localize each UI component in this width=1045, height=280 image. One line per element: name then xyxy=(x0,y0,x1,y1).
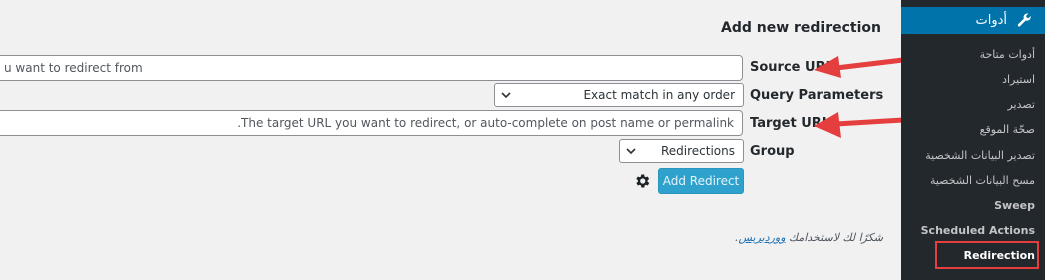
group-value: Redirections xyxy=(660,144,735,158)
add-redirect-button[interactable]: Add Redirect xyxy=(658,168,744,194)
sidebar-item-export-personal-data[interactable]: تصدير البيانات الشخصية xyxy=(925,149,1035,162)
source-url-input[interactable]: u want to redirect from xyxy=(0,55,743,81)
page-title: Add new redirection xyxy=(720,20,881,36)
footer-thanks-prefix: شكرًا لك لاستخدامك xyxy=(785,231,883,244)
admin-sidebar: أدوات أدوات متاحة استيراد تصدير صحّة الم… xyxy=(901,0,1045,280)
sidebar-section-title: أدوات xyxy=(975,13,1007,28)
group-label: Group xyxy=(750,144,795,159)
sidebar-item-import[interactable]: استيراد xyxy=(1002,73,1035,86)
wrench-icon xyxy=(1017,13,1031,27)
annotation-arrow-target xyxy=(814,112,906,138)
group-select[interactable]: Redirections xyxy=(619,139,744,163)
target-url-placeholder: .The target URL you want to redirect, or… xyxy=(237,116,734,130)
target-url-input[interactable]: .The target URL you want to redirect, or… xyxy=(0,110,743,136)
annotation-highlight-box xyxy=(935,241,1039,269)
footer-thanks: شكرًا لك لاستخدامك ووردبريس. xyxy=(735,231,883,244)
sidebar-item-available-tools[interactable]: أدوات متاحة xyxy=(980,48,1035,61)
main-content: Add new redirection u want to redirect f… xyxy=(0,0,906,280)
sidebar-item-site-health[interactable]: صحّة الموقع xyxy=(980,123,1035,136)
query-parameters-value: Exact match in any order xyxy=(583,88,735,102)
chevron-down-icon xyxy=(501,92,511,99)
annotation-arrow-source xyxy=(814,56,906,78)
source-url-placeholder: u want to redirect from xyxy=(4,61,143,75)
sidebar-item-sweep[interactable]: Sweep xyxy=(994,199,1035,212)
gear-icon[interactable] xyxy=(633,172,651,190)
sidebar-item-export[interactable]: تصدير xyxy=(1007,98,1035,111)
query-parameters-label: Query Parameters xyxy=(750,88,884,103)
sidebar-item-tools[interactable]: أدوات xyxy=(901,7,1045,34)
sidebar-item-scheduled-actions[interactable]: Scheduled Actions xyxy=(921,224,1035,237)
sidebar-item-erase-personal-data[interactable]: مسح البيانات الشخصية xyxy=(930,174,1035,187)
wordpress-link[interactable]: ووردبريس xyxy=(739,231,786,244)
chevron-down-icon xyxy=(626,148,636,155)
query-parameters-select[interactable]: Exact match in any order xyxy=(494,83,744,107)
